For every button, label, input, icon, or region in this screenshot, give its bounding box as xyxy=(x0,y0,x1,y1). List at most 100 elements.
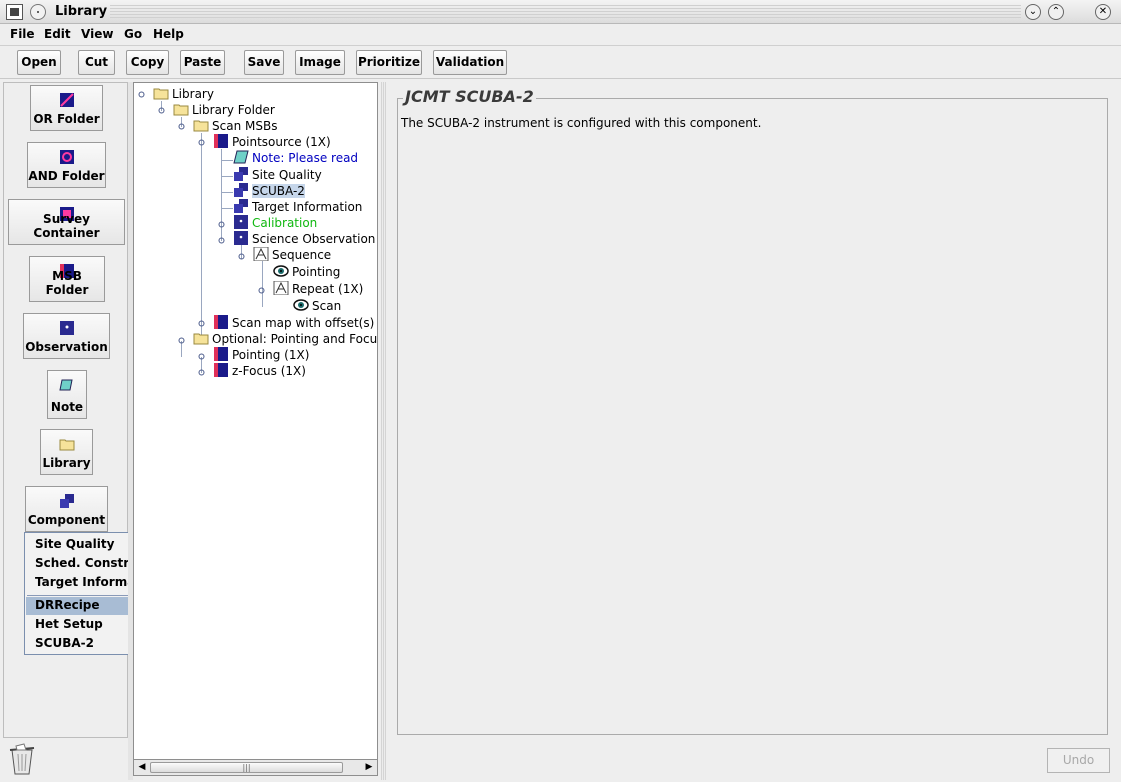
tree-node-scan-map[interactable]: Scan map with offset(s) ( xyxy=(213,315,378,331)
tree-node-pointing-1x[interactable]: Pointing (1X) xyxy=(213,347,309,363)
menu-help[interactable]: Help xyxy=(153,27,184,41)
menu-go[interactable]: Go xyxy=(124,27,142,41)
popup-item-scuba2[interactable]: SCUBA-2 xyxy=(35,636,94,650)
popup-item-drrecipe[interactable]: DRRecipe xyxy=(35,598,100,612)
tree-node-label: Optional: Pointing and Focus xyxy=(212,332,378,346)
tree-node-scuba2[interactable]: SCUBA-2 xyxy=(233,183,305,199)
right-splitter[interactable] xyxy=(381,82,386,780)
expand-handle-icon[interactable] xyxy=(198,139,205,146)
component-icon xyxy=(59,494,74,508)
tree-horizontal-scrollbar[interactable]: ◀ ||| ▶ xyxy=(133,759,378,776)
menu-view[interactable]: View xyxy=(81,27,113,41)
survey-container-button[interactable]: Survey Container xyxy=(8,199,125,245)
tree-node-scan[interactable]: Scan xyxy=(293,298,341,314)
tree-node-z-focus[interactable]: z-Focus (1X) xyxy=(213,363,306,379)
library-label: Library xyxy=(42,456,91,470)
tree-node-label: Scan map with offset(s) ( xyxy=(232,316,378,330)
minimize-button[interactable]: ⌄ xyxy=(1025,4,1041,20)
msb-folder-label: MSB Folder xyxy=(45,269,89,297)
expand-handle-icon[interactable] xyxy=(198,369,205,376)
scroll-right-icon[interactable]: ▶ xyxy=(362,761,376,774)
tree-node-calibration[interactable]: Calibration xyxy=(233,215,317,231)
expand-handle-icon[interactable] xyxy=(178,123,185,130)
tree-node-sequence[interactable]: Sequence xyxy=(253,247,331,263)
popup-item-site-quality[interactable]: Site Quality xyxy=(35,537,114,551)
tree-node-label: Pointsource (1X) xyxy=(232,135,331,149)
or-folder-label: OR Folder xyxy=(33,112,100,126)
tree-node-label: z-Focus (1X) xyxy=(232,364,306,378)
and-folder-label: AND Folder xyxy=(28,169,105,183)
tree-node-pointing[interactable]: Pointing xyxy=(273,264,340,280)
tree-node-scan-msbs[interactable]: Scan MSBs xyxy=(193,118,277,134)
expand-handle-icon[interactable] xyxy=(238,253,245,260)
expand-handle-icon[interactable] xyxy=(138,91,145,98)
scroll-left-icon[interactable]: ◀ xyxy=(135,761,149,774)
menu-file[interactable]: File xyxy=(10,27,35,41)
component-editor: JCMT SCUBA-2 The SCUBA-2 instrument is c… xyxy=(390,82,1121,782)
toolbar: Open Cut Copy Paste Save Image Prioritiz… xyxy=(0,45,1121,79)
window-menu-icon[interactable] xyxy=(30,4,46,20)
eye-icon xyxy=(293,299,309,311)
save-button[interactable]: Save xyxy=(244,50,284,75)
tree-node-label: Science Observation xyxy=(252,232,376,246)
undo-button[interactable]: Undo xyxy=(1047,748,1110,773)
tree-node-library[interactable]: Library xyxy=(153,86,214,102)
tree-node-library-folder[interactable]: Library Folder xyxy=(173,102,275,118)
component-button[interactable]: Component xyxy=(25,486,108,532)
tree-node-site-quality[interactable]: Site Quality xyxy=(233,167,322,183)
expand-handle-icon[interactable] xyxy=(218,237,225,244)
menu-edit[interactable]: Edit xyxy=(44,27,71,41)
editor-title: JCMT SCUBA-2 xyxy=(403,87,536,106)
folder-icon xyxy=(193,120,209,132)
msb-icon xyxy=(214,347,228,361)
expand-handle-icon[interactable] xyxy=(198,353,205,360)
open-button[interactable]: Open xyxy=(17,50,61,75)
observation-icon xyxy=(234,215,248,229)
close-button[interactable]: ✕ xyxy=(1095,4,1111,20)
note-button[interactable]: Note xyxy=(47,370,87,419)
expand-handle-icon[interactable] xyxy=(178,337,185,344)
window-title: Library xyxy=(55,4,108,19)
tree-node-label: Calibration xyxy=(252,216,318,230)
prioritize-button[interactable]: Prioritize xyxy=(356,50,422,75)
tree-node-science-observation[interactable]: Science Observation xyxy=(233,231,375,247)
program-tree: Library Library Folder Scan MSBs Pointso… xyxy=(133,82,378,776)
tree-node-label: Repeat (1X) xyxy=(292,282,364,296)
tree-node-pointsource[interactable]: Pointsource (1X) xyxy=(213,134,331,150)
paste-button[interactable]: Paste xyxy=(180,50,225,75)
eye-icon xyxy=(273,265,289,277)
tree-node-optional-pointing-focus[interactable]: Optional: Pointing and Focus xyxy=(193,331,378,347)
tree-node-repeat[interactable]: Repeat (1X) xyxy=(273,281,363,297)
observation-icon xyxy=(59,321,74,335)
copy-button[interactable]: Copy xyxy=(126,50,169,75)
expand-handle-icon[interactable] xyxy=(258,287,265,294)
scroll-thumb[interactable]: ||| xyxy=(150,762,343,773)
tree-node-note[interactable]: Note: Please read xyxy=(233,150,358,166)
maximize-button[interactable]: ⌃ xyxy=(1048,4,1064,20)
folder-icon xyxy=(193,333,209,345)
observation-button[interactable]: Observation xyxy=(23,313,110,359)
cut-button[interactable]: Cut xyxy=(78,50,115,75)
validation-button[interactable]: Validation xyxy=(433,50,507,75)
and-folder-icon xyxy=(59,150,74,164)
tree-node-label: Library xyxy=(172,87,214,101)
library-button[interactable]: Library xyxy=(40,429,93,475)
app-icon xyxy=(6,4,23,20)
expand-handle-icon[interactable] xyxy=(218,221,225,228)
expand-handle-icon[interactable] xyxy=(198,320,205,327)
trash-icon[interactable] xyxy=(6,742,38,776)
tree-node-label: Pointing xyxy=(292,265,341,279)
msb-icon xyxy=(214,134,228,148)
or-folder-button[interactable]: OR Folder xyxy=(30,85,103,131)
or-folder-icon xyxy=(59,93,74,107)
and-folder-button[interactable]: AND Folder xyxy=(27,142,106,188)
tree-node-target-information[interactable]: Target Information xyxy=(233,199,362,215)
tree-node-label: Scan MSBs xyxy=(212,119,278,133)
msb-folder-button[interactable]: MSB Folder xyxy=(29,256,105,302)
image-button[interactable]: Image xyxy=(295,50,345,75)
component-icon xyxy=(234,183,248,197)
note-icon xyxy=(233,150,249,164)
popup-item-het-setup[interactable]: Het Setup xyxy=(35,617,103,631)
expand-handle-icon[interactable] xyxy=(158,107,165,114)
tree-node-label: Site Quality xyxy=(252,168,322,182)
